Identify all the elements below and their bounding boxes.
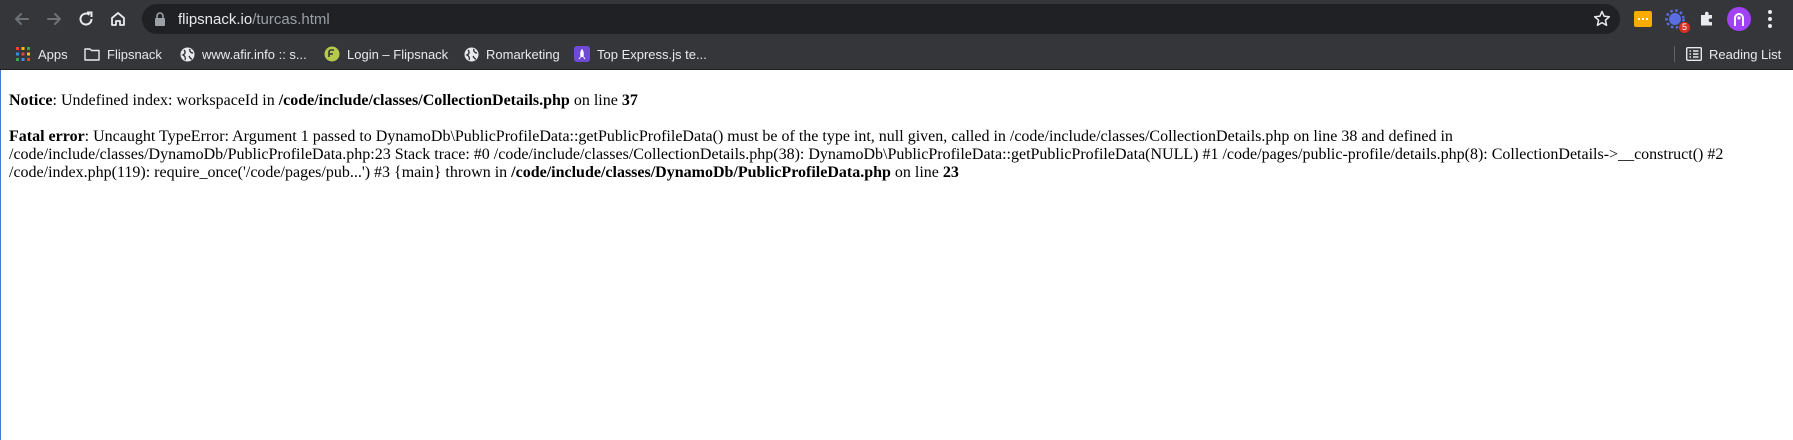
notice-file: /code/include/classes/CollectionDetails.… [278, 92, 570, 109]
lock-icon[interactable] [152, 11, 168, 27]
fatal-line: 23 [942, 164, 959, 181]
forward-button[interactable] [38, 3, 70, 35]
globe-icon [463, 46, 479, 62]
bookmark-apps[interactable]: Apps [15, 38, 68, 70]
fatal-label: Fatal error [9, 128, 85, 145]
home-button[interactable] [102, 3, 134, 35]
extension-badge: 5 [1678, 22, 1690, 33]
globe-icon [179, 46, 195, 62]
reading-list-icon [1686, 46, 1702, 62]
puzzle-gear-extension-icon[interactable]: 5 [1664, 8, 1690, 33]
fatal-online: on line [890, 164, 943, 181]
page-content: Notice: Undefined index: workspaceId in … [9, 92, 1784, 200]
page-left-edge [0, 70, 1, 440]
url-text[interactable]: flipsnack.io/turcas.html [178, 11, 330, 28]
reading-list-button[interactable]: Reading List [1686, 38, 1781, 70]
url-host: flipsnack.io [178, 10, 253, 28]
address-bar[interactable]: flipsnack.io/turcas.html [142, 4, 1620, 34]
bookmark-label: Flipsnack [107, 46, 162, 62]
bookmark-label: Login – Flipsnack [347, 46, 449, 62]
bookmark-afir[interactable]: www.afir.info :: s... [179, 38, 307, 70]
notice-text: : Undefined index: workspaceId in [52, 92, 279, 109]
notice-label: Notice [9, 92, 53, 109]
profile-avatar-icon [1734, 13, 1744, 26]
bookmark-top-express[interactable]: Top Express.js te... [574, 38, 707, 70]
reading-list-label: Reading List [1709, 46, 1782, 62]
php-fatal-error: Fatal error: Uncaught TypeError: Argumen… [9, 128, 1784, 182]
fatal-file: /code/include/classes/DynamoDb/PublicPro… [511, 164, 891, 181]
bookmark-label: Apps [38, 46, 68, 62]
bookmark-login-flipsnack[interactable]: Login – Flipsnack [324, 38, 448, 70]
php-notice: Notice: Undefined index: workspaceId in … [9, 92, 1784, 110]
extensions-puzzle-icon[interactable] [1696, 8, 1718, 30]
reload-button[interactable] [70, 3, 102, 35]
bookmarks-divider [1674, 46, 1675, 62]
bookmarks-bar: Apps Flipsnack www.afir.info :: s... Log… [0, 38, 1793, 70]
bookmark-romarketing[interactable]: Romarketing [463, 38, 560, 70]
browser-toolbar: flipsnack.io/turcas.html 5 [0, 0, 1793, 38]
reload-icon [79, 11, 93, 26]
notice-online: on line [569, 92, 622, 109]
forward-arrow-icon [47, 13, 61, 25]
profile-avatar[interactable] [1727, 7, 1751, 31]
yellow-extension-icon[interactable] [1632, 8, 1654, 30]
bookmark-label: www.afir.info :: s... [202, 46, 307, 62]
apps-grid-icon [15, 46, 31, 62]
bookmark-flipsnack-folder[interactable]: Flipsnack [84, 38, 162, 70]
back-button[interactable] [6, 3, 38, 35]
home-icon [111, 12, 125, 26]
back-arrow-icon [15, 13, 29, 25]
flipsnack-logo-icon [324, 46, 340, 62]
bookmark-label: Romarketing [486, 46, 560, 62]
folder-icon [84, 46, 100, 62]
notice-line: 37 [621, 92, 638, 109]
bookmark-label: Top Express.js te... [597, 46, 707, 62]
bookmark-star-icon[interactable] [1592, 9, 1612, 29]
url-path: /turcas.html [252, 10, 330, 28]
rocket-icon [574, 46, 590, 62]
browser-menu-icon[interactable] [1760, 9, 1780, 29]
